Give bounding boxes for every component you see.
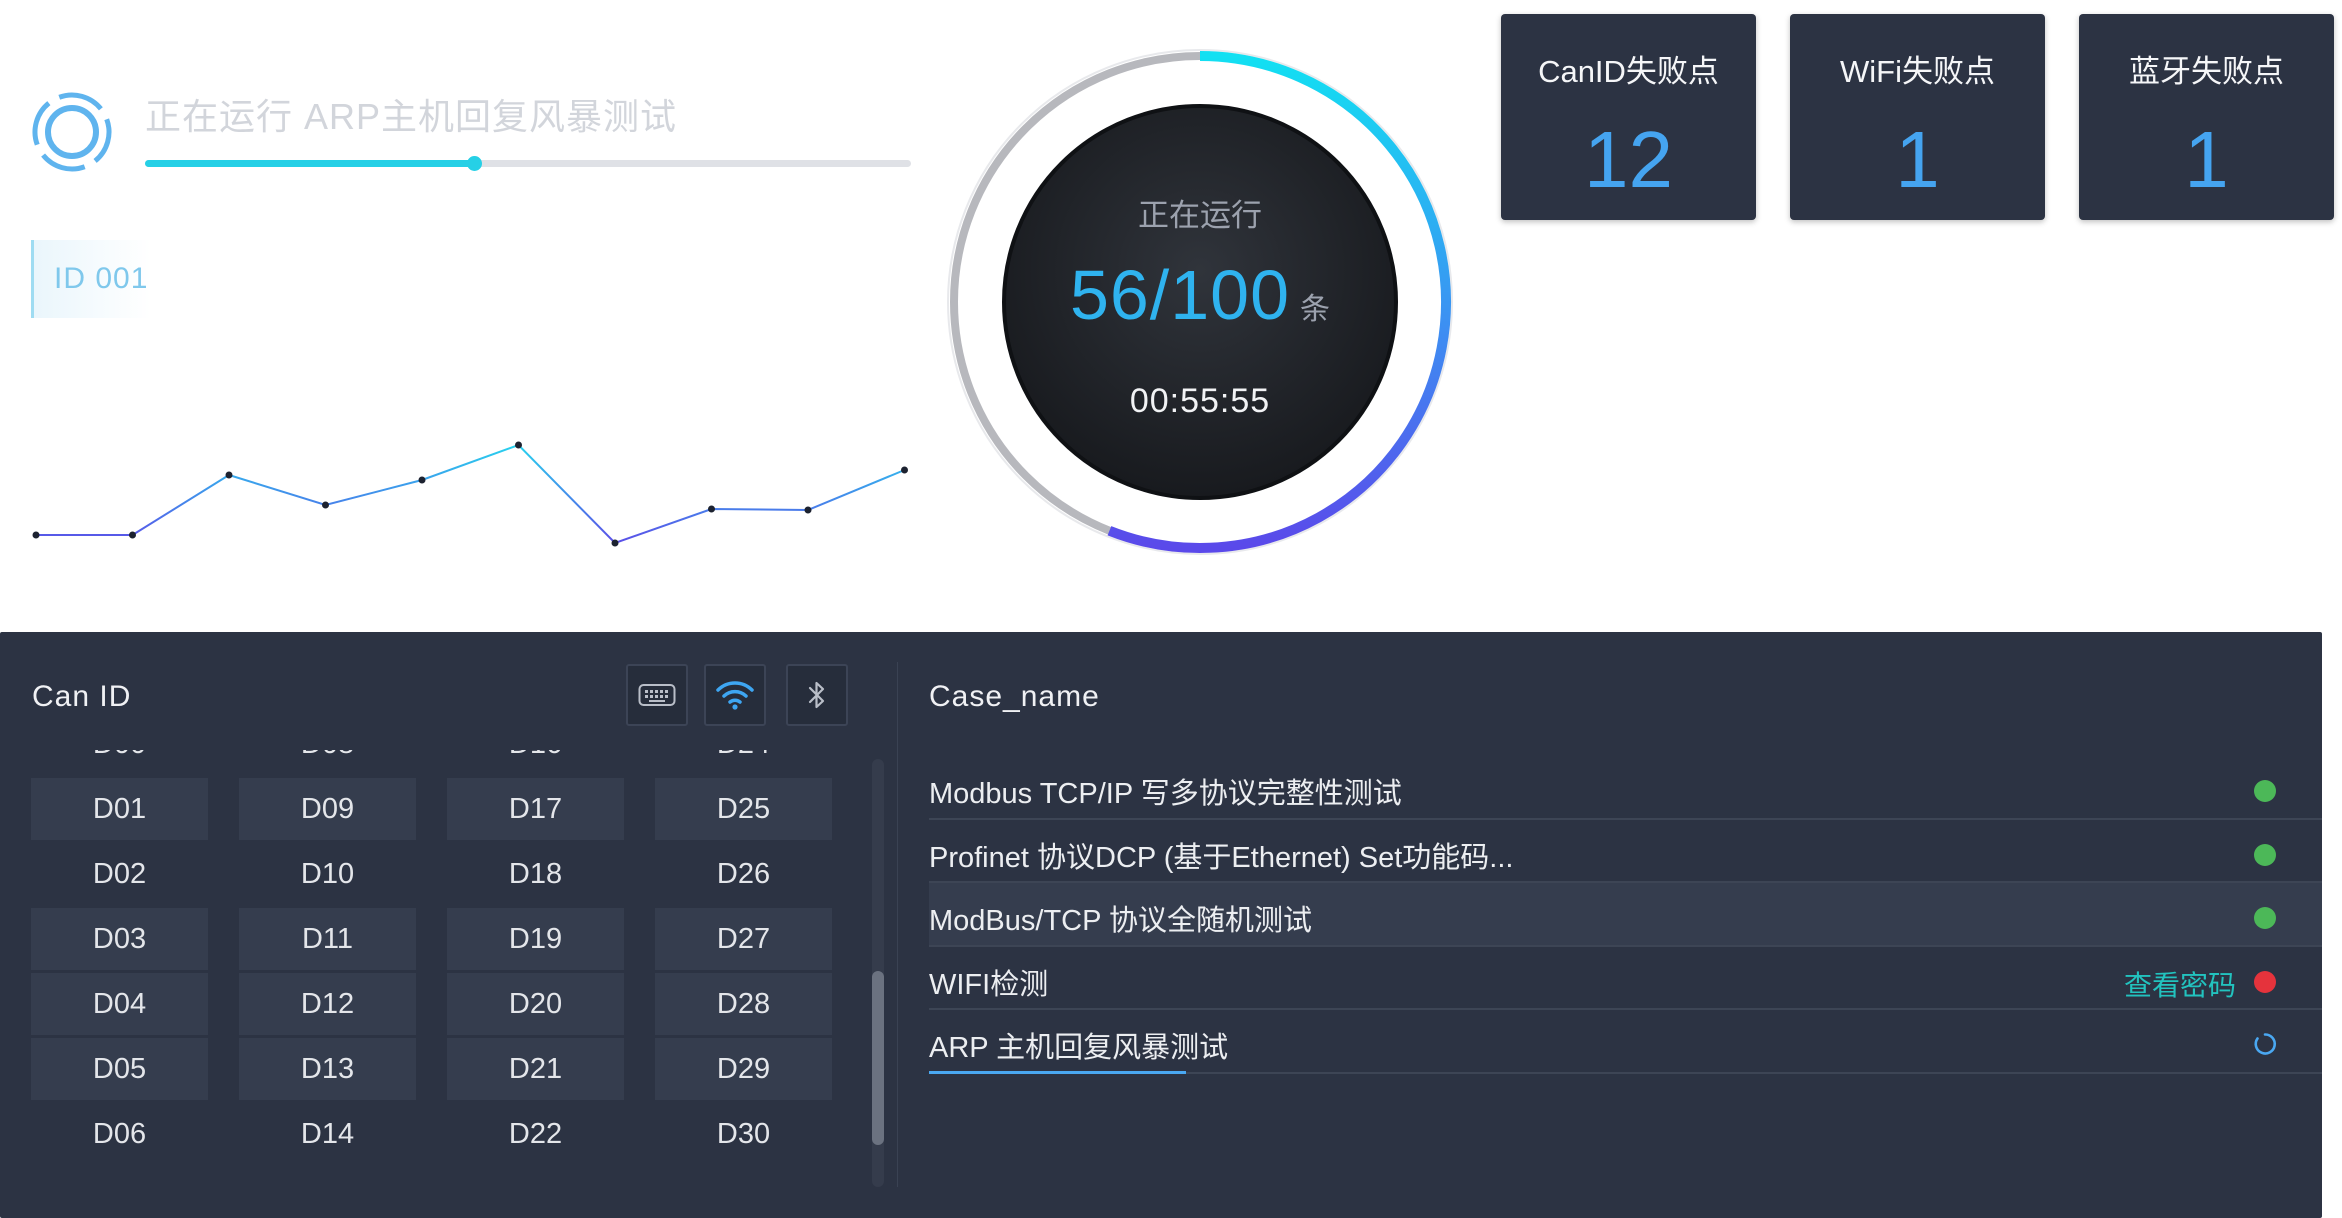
can-id-cell[interactable]: D05 bbox=[31, 1038, 208, 1100]
case-name: Modbus TCP/IP 写多协议完整性测试 bbox=[929, 778, 1402, 810]
can-id-cell[interactable]: D09 bbox=[239, 778, 416, 840]
gauge-elapsed-time: 00:55:55 bbox=[1129, 382, 1271, 420]
stat-card-bluetooth-failures: 蓝牙失败点 1 bbox=[2079, 14, 2334, 220]
can-id-cell[interactable]: D24 bbox=[655, 750, 832, 775]
can-id-cell[interactable]: D21 bbox=[447, 1038, 624, 1100]
trend-point bbox=[129, 531, 136, 539]
wifi-filter-button[interactable] bbox=[704, 664, 766, 726]
can-id-cell[interactable]: D04 bbox=[31, 973, 208, 1035]
device-id-label: ID 001 bbox=[54, 262, 149, 295]
can-id-cell[interactable]: D25 bbox=[655, 778, 832, 840]
can-id-cell[interactable]: D03 bbox=[31, 908, 208, 970]
case-name: WIFI检测 bbox=[929, 968, 1049, 1001]
case-row[interactable]: Profinet 协议DCP (基于Ethernet) Set功能码... bbox=[929, 820, 2322, 883]
stat-label: WiFi失败点 bbox=[1840, 54, 1995, 89]
gauge-count-unit: 条 bbox=[1300, 293, 1331, 326]
stat-value: 1 bbox=[2184, 115, 2229, 204]
running-spinner-icon bbox=[32, 92, 112, 172]
stat-card-wifi-failures: WiFi失败点 1 bbox=[1790, 14, 2045, 220]
run-progress-knob bbox=[467, 156, 483, 171]
active-case-underline bbox=[929, 1070, 1186, 1074]
case-row[interactable]: Modbus TCP/IP 写多协议完整性测试 bbox=[929, 756, 2322, 820]
can-id-cell[interactable]: D06 bbox=[31, 1103, 208, 1165]
stat-value: 12 bbox=[1584, 115, 1673, 204]
keyboard-filter-button[interactable] bbox=[626, 664, 688, 726]
can-id-cell[interactable]: D27 bbox=[655, 908, 832, 970]
can-id-cell[interactable]: D18 bbox=[447, 843, 624, 905]
can-id-grid: D00D08D16D24D01D09D17D25D02D10D18D26D03D… bbox=[0, 750, 880, 1186]
pass-status-dot bbox=[2254, 843, 2276, 866]
trend-point bbox=[515, 441, 522, 449]
detail-panel: Can ID D00 D08 D16 D24 D01 D09 D17 D25 D02 D10 D18… bbox=[0, 632, 2322, 1218]
stat-label: 蓝牙失败点 bbox=[2129, 54, 2284, 89]
case-row[interactable]: ARP 主机回复风暴测试 bbox=[929, 1010, 2322, 1074]
can-id-cell[interactable]: D11 bbox=[239, 908, 416, 970]
trend-point bbox=[708, 505, 715, 513]
case-row[interactable]: ModBus/TCP 协议全随机测试 bbox=[929, 883, 2322, 947]
can-id-scrollbar[interactable] bbox=[872, 759, 884, 1187]
case-name: ModBus/TCP 协议全随机测试 bbox=[929, 905, 1312, 937]
can-id-cell[interactable]: D22 bbox=[447, 1103, 624, 1165]
pass-status-dot bbox=[2254, 907, 2276, 929]
bluetooth-icon bbox=[808, 681, 825, 709]
can-id-cell[interactable]: D26 bbox=[655, 843, 832, 905]
gauge-count: 56/100 条 bbox=[1020, 255, 1380, 335]
loading-spinner-icon bbox=[2254, 1033, 2277, 1055]
case-row[interactable]: WIFI检测 查看密码 bbox=[929, 947, 2322, 1010]
can-id-cell[interactable]: D12 bbox=[239, 973, 416, 1035]
fail-status-dot bbox=[2254, 970, 2276, 993]
gauge-count-value: 56/100 bbox=[1069, 256, 1291, 334]
can-id-cell[interactable]: D17 bbox=[447, 778, 624, 840]
trend-sparkline bbox=[32, 441, 908, 547]
gauge-status-text: 正在运行 bbox=[1138, 198, 1262, 233]
stat-value: 1 bbox=[1895, 115, 1940, 204]
can-id-title: Can ID bbox=[32, 680, 132, 713]
case-name-title: Case_name bbox=[929, 680, 1100, 713]
can-id-cell[interactable]: D02 bbox=[31, 843, 208, 905]
can-id-scrollbar-thumb[interactable] bbox=[872, 971, 884, 1145]
run-progress-fill bbox=[145, 160, 475, 167]
device-id-tag: ID 001 bbox=[31, 240, 151, 318]
can-id-cell[interactable]: D20 bbox=[447, 973, 624, 1035]
trend-point bbox=[322, 501, 329, 509]
can-id-cell[interactable]: D28 bbox=[655, 973, 832, 1035]
running-test-title: 正在运行 ARP主机回复风暴测试 bbox=[145, 96, 678, 137]
bluetooth-filter-button[interactable] bbox=[786, 664, 848, 726]
trend-point bbox=[611, 539, 619, 547]
can-id-cell[interactable]: D19 bbox=[447, 908, 624, 970]
can-id-cell[interactable]: D10 bbox=[239, 843, 416, 905]
keyboard-icon bbox=[638, 684, 676, 706]
can-id-cell[interactable]: D08 bbox=[239, 750, 416, 775]
can-id-cell[interactable]: D16 bbox=[447, 750, 624, 775]
case-name: Profinet 协议DCP (基于Ethernet) Set功能码... bbox=[929, 841, 1514, 874]
can-id-grid-cells: D00D08D16D24D01D09D17D25D02D10D18D26D03D… bbox=[31, 750, 832, 1165]
trend-line bbox=[36, 443, 905, 545]
can-id-cell[interactable]: D30 bbox=[655, 1103, 832, 1165]
stat-card-canid-failures: CanID失败点 12 bbox=[1501, 14, 1756, 220]
trend-point bbox=[804, 506, 812, 514]
stat-label: CanID失败点 bbox=[1538, 54, 1719, 89]
can-id-cell[interactable]: D14 bbox=[239, 1103, 416, 1165]
can-id-cell[interactable]: D00 bbox=[31, 750, 208, 775]
wifi-icon bbox=[716, 681, 754, 710]
run-progress-bar bbox=[145, 156, 911, 171]
pass-status-dot bbox=[2254, 780, 2276, 802]
trend-point bbox=[32, 531, 40, 539]
can-id-cell[interactable]: D13 bbox=[239, 1038, 416, 1100]
trend-point bbox=[901, 466, 908, 474]
case-list: Modbus TCP/IP 写多协议完整性测试 Profinet 协议DCP (… bbox=[929, 756, 2322, 1074]
trend-point bbox=[418, 476, 426, 484]
trend-point bbox=[225, 471, 233, 479]
panel-divider bbox=[897, 662, 898, 1187]
view-password-link[interactable]: 查看密码 bbox=[2124, 964, 2236, 1004]
can-id-cell[interactable]: D01 bbox=[31, 778, 208, 840]
can-id-cell[interactable]: D29 bbox=[655, 1038, 832, 1100]
case-name: ARP 主机回复风暴测试 bbox=[929, 1032, 1229, 1064]
